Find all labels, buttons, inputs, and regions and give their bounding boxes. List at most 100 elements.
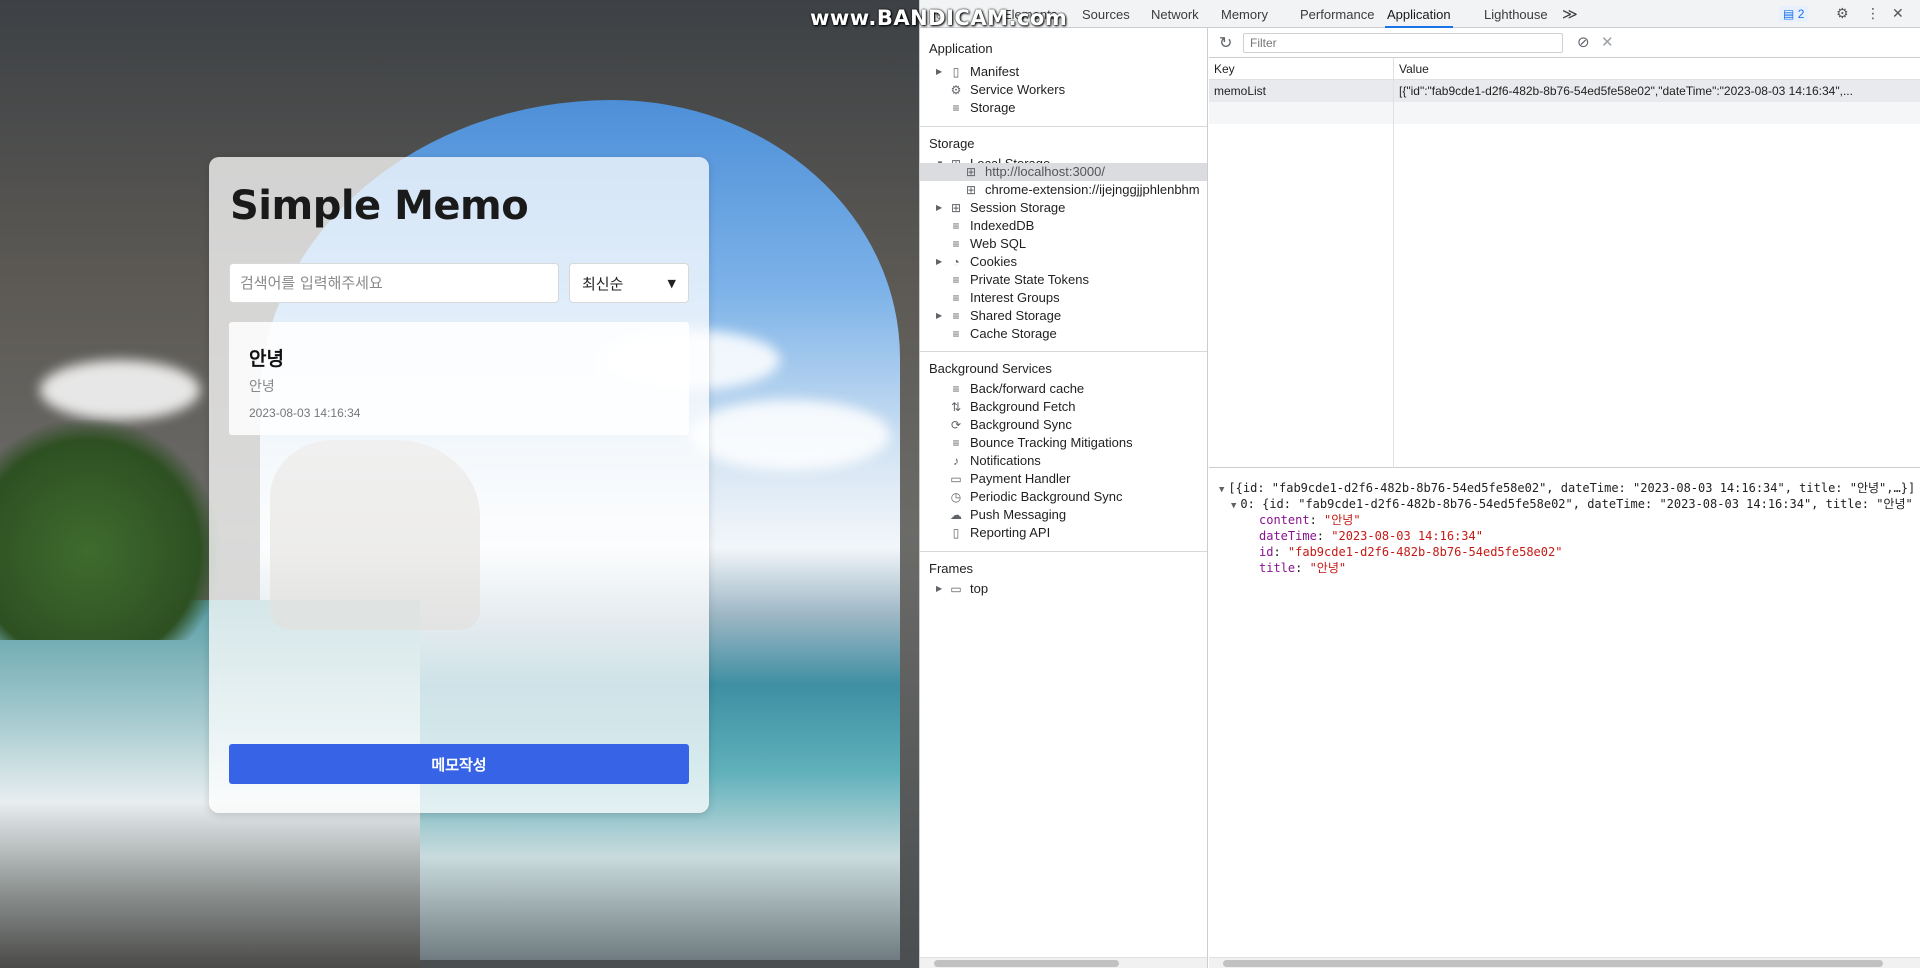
expand-arrow-icon[interactable]: ▶ bbox=[936, 306, 942, 326]
issues-count: 2 bbox=[1797, 7, 1805, 21]
sidebar-section-application: Application bbox=[929, 41, 993, 56]
sidebar-item-label: Push Messaging bbox=[970, 507, 1067, 522]
sidebar-item-label: top bbox=[970, 581, 989, 596]
sidebar-item-shared-storage[interactable]: ▶ ≡ Shared Storage bbox=[936, 306, 1061, 326]
scrollbar-thumb[interactable] bbox=[1223, 960, 1883, 967]
refresh-icon[interactable]: ↻ bbox=[1219, 33, 1232, 53]
devtools-panel: le Elements Sources Network Memory Perfo… bbox=[919, 0, 1920, 968]
table-row[interactable]: memoList [{"id":"fab9cde1-d2f6-482b-8b76… bbox=[1209, 80, 1920, 102]
database-icon: ≡ bbox=[952, 101, 960, 115]
field-key: dateTime bbox=[1259, 529, 1317, 543]
expand-arrow-icon[interactable]: ▶ bbox=[936, 62, 942, 82]
sort-select-value: 최신순 bbox=[582, 274, 624, 293]
more-options-icon[interactable]: ⋮ bbox=[1866, 5, 1880, 22]
tab-network[interactable]: Network bbox=[1149, 0, 1201, 28]
sidebar-item-label: Storage bbox=[970, 100, 1016, 115]
collapse-arrow-icon[interactable]: ▼ bbox=[1231, 501, 1236, 511]
tab-lighthouse[interactable]: Lighthouse bbox=[1482, 0, 1550, 28]
expand-arrow-icon[interactable]: ▶ bbox=[936, 198, 942, 218]
sidebar-item-storage[interactable]: ≡ Storage bbox=[949, 98, 1016, 118]
write-memo-button[interactable]: 메모작성 bbox=[229, 744, 689, 784]
memo-list-item[interactable]: 안녕 안녕 2023-08-03 14:16:34 bbox=[229, 322, 689, 435]
tab-memory[interactable]: Memory bbox=[1219, 0, 1270, 28]
sidebar-item-background-fetch[interactable]: ⇅ Background Fetch bbox=[949, 397, 1076, 417]
sort-select[interactable]: 최신순 ▼ bbox=[569, 263, 689, 303]
preview-item-text: 0: {id: "fab9cde1-d2f6-482b-8b76-54ed5fe… bbox=[1240, 497, 1913, 511]
sidebar-item-session-storage[interactable]: ▶ ⊞ Session Storage bbox=[936, 198, 1066, 218]
tab-sources[interactable]: Sources bbox=[1080, 0, 1132, 28]
field-key: id bbox=[1259, 545, 1274, 559]
tab-application[interactable]: Application bbox=[1385, 0, 1453, 28]
gears-icon: ⚙ bbox=[950, 83, 962, 97]
row-value: [{"id":"fab9cde1-d2f6-482b-8b76-54ed5fe5… bbox=[1399, 84, 1853, 98]
message-icon: ▤ bbox=[1783, 7, 1795, 21]
expand-arrow-icon[interactable]: ▶ bbox=[936, 579, 942, 599]
preview-item-line[interactable]: ▼ 0: {id: "fab9cde1-d2f6-482b-8b76-54ed5f… bbox=[1231, 496, 1913, 512]
tab-performance[interactable]: Performance bbox=[1298, 0, 1376, 28]
filter-input[interactable] bbox=[1243, 33, 1563, 53]
memo-content: 안녕 bbox=[249, 379, 275, 395]
sidebar-item-label: Manifest bbox=[970, 64, 1020, 79]
clear-all-icon[interactable]: ⊘ bbox=[1577, 33, 1590, 51]
fetch-arrows-icon: ⇅ bbox=[950, 400, 962, 414]
search-input[interactable] bbox=[229, 263, 559, 303]
sidebar-item-label: chrome-extension://ijejnggjjphlenbhm bbox=[985, 182, 1200, 197]
sidebar-item-private-state-tokens[interactable]: ≡ Private State Tokens bbox=[949, 270, 1089, 290]
preview-root-line[interactable]: ▼ [{id: "fab9cde1-d2f6-482b-8b76-54ed5fe5… bbox=[1219, 480, 1915, 496]
column-header-key[interactable]: Key bbox=[1214, 62, 1235, 76]
memo-card: Simple Memo 최신순 ▼ 안녕 안녕 2023-08-03 14:16… bbox=[209, 157, 709, 813]
card-icon: ▭ bbox=[950, 472, 962, 486]
expand-arrow-icon[interactable]: ▶ bbox=[936, 252, 942, 272]
memo-title: 안녕 bbox=[249, 348, 284, 370]
sidebar-item-push-messaging[interactable]: ☁ Push Messaging bbox=[949, 505, 1066, 525]
sidebar-item-manifest[interactable]: ▶ ▯ Manifest bbox=[936, 62, 1020, 82]
sidebar-item-web-sql[interactable]: ≡ Web SQL bbox=[949, 234, 1026, 254]
table-empty-row bbox=[1209, 102, 1920, 124]
sidebar-section-background-services: Background Services bbox=[929, 361, 1052, 376]
sidebar-item-service-workers[interactable]: ⚙ Service Workers bbox=[949, 80, 1066, 100]
document-icon: ▯ bbox=[952, 526, 960, 540]
background-trees bbox=[0, 420, 220, 640]
cookie-icon: ◔ bbox=[952, 255, 960, 269]
document-icon: ▯ bbox=[952, 65, 960, 79]
main-horizontal-scrollbar[interactable] bbox=[1209, 957, 1920, 968]
scrollbar-thumb[interactable] bbox=[934, 960, 1119, 967]
sidebar-item-back-forward-cache[interactable]: ≡ Back/forward cache bbox=[949, 379, 1084, 399]
sidebar-item-frame-top[interactable]: ▶ ▭ top bbox=[936, 579, 989, 599]
sidebar-item-payment-handler[interactable]: ▭ Payment Handler bbox=[949, 469, 1070, 489]
sidebar-item-label: Periodic Background Sync bbox=[970, 489, 1123, 504]
row-key: memoList bbox=[1214, 84, 1267, 98]
sidebar-item-label: Session Storage bbox=[970, 200, 1066, 215]
settings-gear-icon[interactable]: ⚙ bbox=[1836, 5, 1849, 22]
sidebar-item-periodic-background-sync[interactable]: ◷ Periodic Background Sync bbox=[949, 487, 1123, 507]
table-icon: ⊞ bbox=[950, 201, 962, 215]
column-header-value[interactable]: Value bbox=[1399, 62, 1429, 76]
sidebar-item-label: Cookies bbox=[970, 254, 1017, 269]
sidebar-item-localhost[interactable]: ⊞ http://localhost:3000/ bbox=[964, 162, 1105, 182]
preview-field: title: "안녕" bbox=[1259, 561, 1347, 575]
clock-icon: ◷ bbox=[950, 490, 962, 504]
recorder-watermark: www.BANDICAM.com bbox=[810, 6, 1068, 30]
collapse-arrow-icon[interactable]: ▼ bbox=[1219, 485, 1224, 495]
field-value: "fab9cde1-d2f6-482b-8b76-54ed5fe58e02" bbox=[1287, 545, 1563, 559]
sidebar-horizontal-scrollbar[interactable] bbox=[920, 957, 1207, 968]
sidebar-item-chrome-extension[interactable]: ⊞ chrome-extension://ijejnggjjphlenbhm bbox=[964, 180, 1200, 200]
sidebar-item-reporting-api[interactable]: ▯ Reporting API bbox=[949, 523, 1051, 543]
sidebar-item-interest-groups[interactable]: ≡ Interest Groups bbox=[949, 288, 1059, 308]
sidebar-item-bounce-tracking[interactable]: ≡ Bounce Tracking Mitigations bbox=[949, 433, 1132, 453]
delete-selected-icon[interactable]: ✕ bbox=[1601, 33, 1614, 51]
issues-badge[interactable]: ▤ 2 bbox=[1779, 6, 1809, 22]
more-tabs-icon[interactable]: ≫ bbox=[1560, 0, 1580, 28]
sidebar-item-indexeddb[interactable]: ≡ IndexedDB bbox=[949, 216, 1034, 236]
column-divider bbox=[1393, 58, 1394, 468]
sidebar-item-cookies[interactable]: ▶ ◔ Cookies bbox=[936, 252, 1017, 272]
close-devtools-icon[interactable]: ✕ bbox=[1892, 5, 1904, 22]
sidebar-item-notifications[interactable]: ♪ Notifications bbox=[949, 451, 1041, 471]
background-cloud bbox=[40, 360, 200, 420]
sidebar-item-cache-storage[interactable]: ≡ Cache Storage bbox=[949, 324, 1056, 344]
database-icon: ≡ bbox=[952, 309, 960, 323]
sidebar-item-background-sync[interactable]: ⟳ Background Sync bbox=[949, 415, 1072, 435]
database-icon: ≡ bbox=[952, 237, 960, 251]
database-icon: ≡ bbox=[952, 291, 960, 305]
sidebar-item-label: Notifications bbox=[970, 453, 1041, 468]
